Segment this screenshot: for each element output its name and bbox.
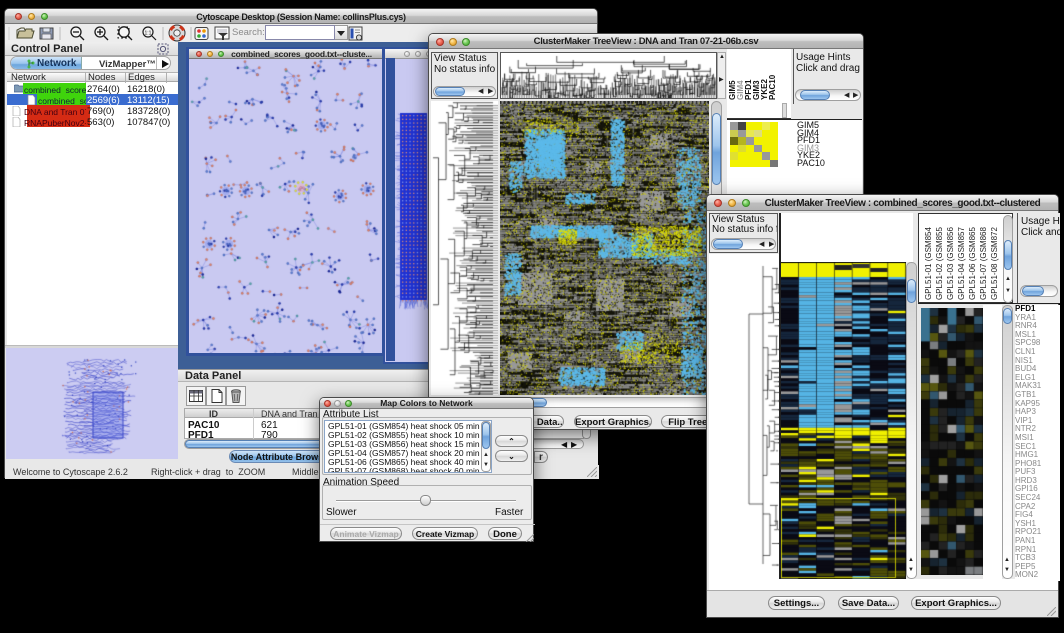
svg-text:1:1: 1:1 (145, 31, 152, 37)
